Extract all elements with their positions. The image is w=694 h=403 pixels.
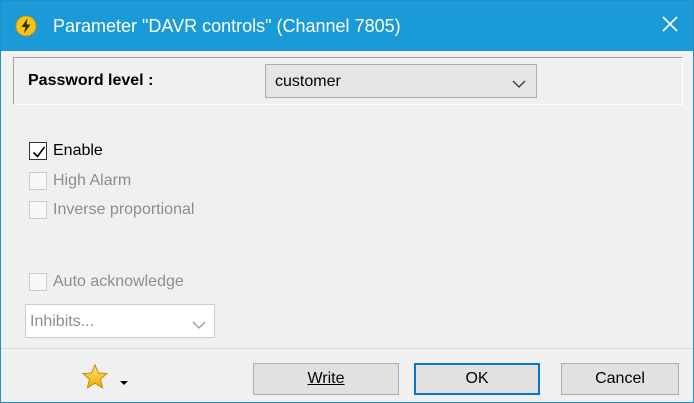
inhibits-select[interactable]: Inhibits...: [25, 304, 215, 338]
auto-acknowledge-label: Auto acknowledge: [53, 273, 184, 290]
inhibits-value: Inhibits...: [30, 313, 95, 330]
inverse-proportional-checkbox[interactable]: Inverse proportional: [29, 199, 289, 221]
window-title: Parameter "DAVR controls" (Channel 7805): [53, 16, 401, 36]
parameter-dialog: Parameter "DAVR controls" (Channel 7805)…: [0, 0, 694, 403]
cancel-button[interactable]: Cancel: [561, 363, 679, 395]
password-level-select[interactable]: customer: [265, 64, 537, 98]
high-alarm-checkbox[interactable]: High Alarm: [29, 170, 289, 192]
ok-button-label: OK: [465, 370, 489, 387]
cancel-button-label: Cancel: [595, 370, 645, 387]
write-button-label: Write: [307, 370, 345, 387]
options-panel: Enable High Alarm Inverse proportional A…: [13, 111, 683, 349]
enable-checkbox[interactable]: Enable: [29, 140, 289, 162]
auto-acknowledge-checkbox[interactable]: Auto acknowledge: [29, 271, 289, 293]
close-icon: [661, 15, 679, 38]
close-button[interactable]: [647, 1, 693, 51]
checkbox-unchecked-icon: [29, 201, 47, 219]
high-alarm-label: High Alarm: [53, 172, 132, 189]
chevron-down-icon: [512, 76, 526, 88]
favorites-menu-button[interactable]: [81, 363, 131, 391]
checkbox-checked-icon: [29, 142, 47, 160]
checkbox-unchecked-icon: [29, 273, 47, 291]
password-level-label: Password level :: [28, 72, 154, 89]
dropdown-arrow-icon: [119, 373, 129, 391]
write-button[interactable]: Write: [253, 363, 399, 395]
enable-label: Enable: [53, 142, 103, 159]
footer-divider: [1, 348, 693, 349]
checkbox-unchecked-icon: [29, 172, 47, 190]
password-panel: Password level : customer: [13, 57, 683, 105]
star-icon: [81, 363, 109, 396]
lightning-icon: [15, 15, 37, 37]
title-bar: Parameter "DAVR controls" (Channel 7805): [1, 1, 693, 51]
password-level-value: customer: [275, 73, 341, 90]
inverse-proportional-label: Inverse proportional: [53, 201, 195, 218]
chevron-down-icon: [192, 317, 206, 329]
ok-button[interactable]: OK: [414, 363, 540, 395]
